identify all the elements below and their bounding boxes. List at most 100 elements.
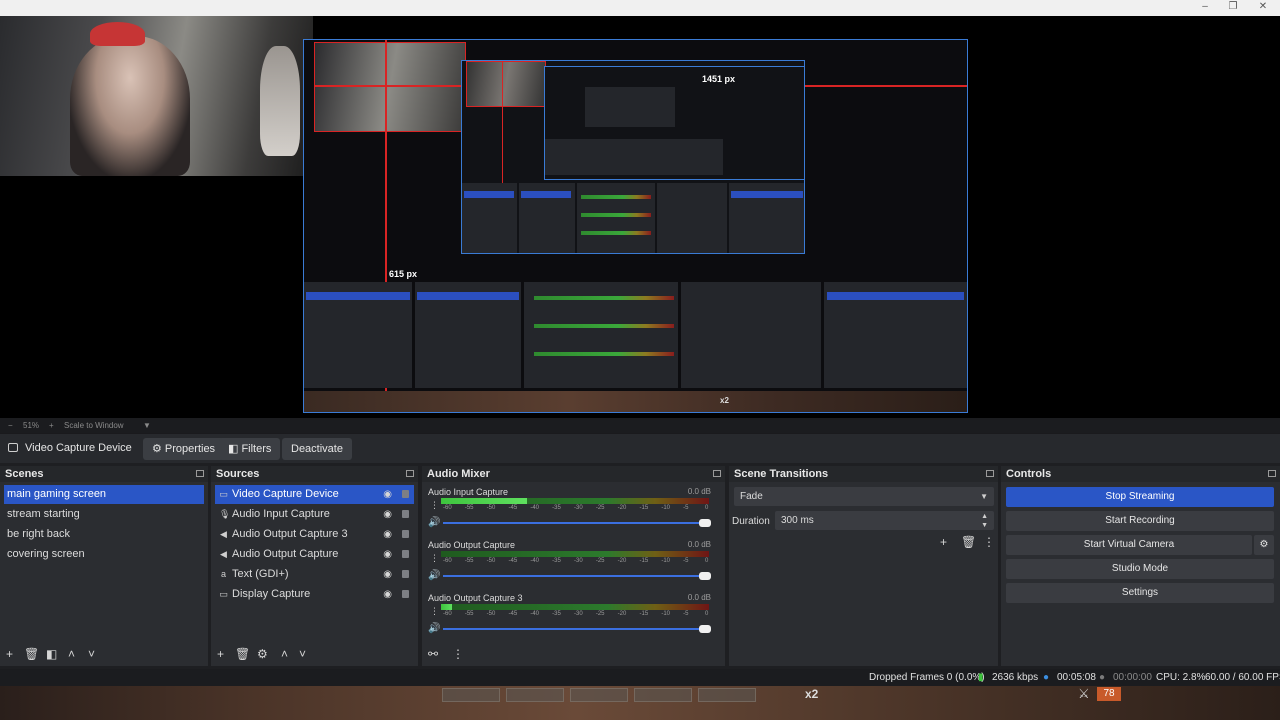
record-time: 00:00:00 [1113, 672, 1152, 683]
stop-streaming-button[interactable]: Stop Streaming [1006, 487, 1274, 507]
meter-tick-label: -50 [486, 505, 496, 511]
trash-icon[interactable]: 🗑 [961, 535, 976, 549]
chevron-down-icon[interactable]: ▼ [143, 421, 151, 430]
source-item[interactable]: a Text (GDI+) ◉ [215, 565, 414, 584]
close-icon[interactable]: ✕ [1256, 1, 1270, 13]
hotbar-slot [442, 688, 500, 702]
filter-icon[interactable]: ◧ [46, 647, 57, 661]
transition-select[interactable]: Fade ▼ [734, 487, 994, 506]
minimize-icon[interactable]: – [1198, 1, 1212, 13]
speaker-icon[interactable]: 🔊 [428, 517, 440, 528]
duration-spinbox[interactable]: 300 ms ▲ ▼ [775, 511, 994, 530]
kebab-icon[interactable]: ⋮ [983, 535, 995, 549]
meter-tick-label: -20 [617, 558, 627, 564]
trash-icon[interactable]: 🗑 [24, 647, 39, 661]
eye-icon[interactable]: ◉ [383, 509, 392, 520]
trash-icon[interactable]: 🗑 [235, 647, 250, 661]
add-icon[interactable]: + [940, 535, 947, 549]
start-recording-button[interactable]: Start Recording [1006, 511, 1274, 531]
filters-button[interactable]: ◧ Filters [219, 438, 281, 460]
scene-item[interactable]: stream starting [4, 505, 204, 524]
volume-slider[interactable] [443, 572, 711, 580]
filters-label: Filters [241, 443, 272, 455]
echo-transitions-panel [681, 282, 821, 388]
properties-button[interactable]: ⚙ Properties [143, 438, 225, 460]
spin-arrows-icon[interactable]: ▲ ▼ [981, 512, 988, 530]
undock-icon[interactable] [713, 470, 721, 477]
nested-meter [581, 195, 651, 199]
echo-selected-row [306, 292, 410, 300]
add-icon[interactable]: + [217, 647, 224, 661]
kebab-icon[interactable]: ⋮ [430, 553, 439, 564]
maximize-icon[interactable]: ❐ [1226, 1, 1240, 13]
scale-mode[interactable]: Scale to Window [64, 421, 124, 430]
meter-tick-label: -5 [683, 558, 689, 564]
virtual-camera-gear-button[interactable]: ⚙ [1254, 535, 1274, 555]
meter-tick-label: -50 [486, 611, 496, 617]
volume-knob[interactable] [699, 519, 711, 527]
preview-area[interactable]: 1451 px 615 px x2 [0, 16, 1280, 418]
lock-icon[interactable] [402, 490, 409, 498]
speaker-icon[interactable]: 🔊 [428, 623, 440, 634]
scene-item[interactable]: main gaming screen [4, 485, 204, 504]
lock-icon[interactable] [402, 590, 409, 598]
scene-item[interactable]: covering screen [4, 545, 204, 564]
eye-icon[interactable]: ◉ [383, 489, 392, 500]
eye-icon[interactable]: ◉ [383, 589, 392, 600]
lock-icon[interactable] [402, 550, 409, 558]
volume-knob[interactable] [699, 625, 711, 633]
link-icon[interactable]: ⚯ [428, 647, 438, 661]
undock-icon[interactable] [406, 470, 414, 477]
studio-mode-button[interactable]: Studio Mode [1006, 559, 1274, 579]
meter-tick-label: -35 [552, 558, 561, 564]
gear-icon: ⚙ [152, 443, 165, 455]
meter-tick-label: -30 [574, 611, 583, 617]
source-item[interactable]: ◀ Audio Output Capture 3 ◉ [215, 525, 414, 544]
zoom-in-icon[interactable]: + [49, 421, 54, 430]
move-up-icon[interactable]: ˄ [68, 647, 75, 661]
microphone-icon: 🎙 [219, 509, 231, 519]
lock-icon[interactable] [402, 570, 409, 578]
eye-icon[interactable]: ◉ [383, 569, 392, 580]
sources-footer: + 🗑 ⚙ ˄ ˅ [211, 642, 418, 666]
channel-db: 0.0 dB [687, 487, 711, 496]
lock-icon[interactable] [402, 530, 409, 538]
echo-selected-row [417, 292, 519, 300]
start-virtual-camera-button[interactable]: Start Virtual Camera [1006, 535, 1252, 555]
kebab-icon[interactable]: ⋮ [430, 500, 439, 511]
lock-icon[interactable] [402, 510, 409, 518]
undock-icon[interactable] [986, 470, 994, 477]
move-down-icon[interactable]: ˅ [88, 647, 95, 661]
eye-icon[interactable]: ◉ [383, 549, 392, 560]
kebab-icon[interactable]: ⋮ [452, 647, 464, 661]
eye-icon[interactable]: ◉ [383, 529, 392, 540]
kebab-icon[interactable]: ⋮ [430, 606, 439, 617]
bitrate: 2636 kbps [992, 672, 1039, 683]
preview-canvas[interactable]: 1451 px 615 px x2 [303, 39, 968, 413]
deactivate-button[interactable]: Deactivate [282, 438, 352, 460]
source-item[interactable]: 🎙 Audio Input Capture ◉ [215, 505, 414, 524]
meter-tick-label: -40 [530, 611, 539, 617]
meter-tick-label: -10 [661, 558, 670, 564]
volume-slider[interactable] [443, 625, 711, 633]
px-label-top: 1451 px [702, 74, 736, 84]
move-down-icon[interactable]: ˅ [299, 647, 306, 661]
scenes-title: Scenes [0, 466, 208, 482]
add-icon[interactable]: + [6, 647, 13, 661]
undock-icon[interactable] [1268, 470, 1276, 477]
settings-button[interactable]: Settings [1006, 583, 1274, 603]
meter-tick-label: -35 [552, 505, 561, 511]
source-item[interactable]: ◀ Audio Output Capture ◉ [215, 545, 414, 564]
move-up-icon[interactable]: ˄ [281, 647, 288, 661]
undock-icon[interactable] [196, 470, 204, 477]
source-item[interactable]: ▭ Video Capture Device ◉ [215, 485, 414, 504]
dropped-frames: Dropped Frames 0 (0.0%) [869, 672, 985, 683]
scene-item[interactable]: be right back [4, 525, 204, 544]
zoom-out-icon[interactable]: − [8, 421, 13, 430]
volume-knob[interactable] [699, 572, 711, 580]
source-item[interactable]: ▭ Display Capture ◉ [215, 585, 414, 604]
meter-tick-label: 0 [705, 505, 709, 511]
volume-slider[interactable] [443, 519, 711, 527]
gear-icon[interactable]: ⚙ [257, 647, 268, 661]
speaker-icon[interactable]: 🔊 [428, 570, 440, 581]
